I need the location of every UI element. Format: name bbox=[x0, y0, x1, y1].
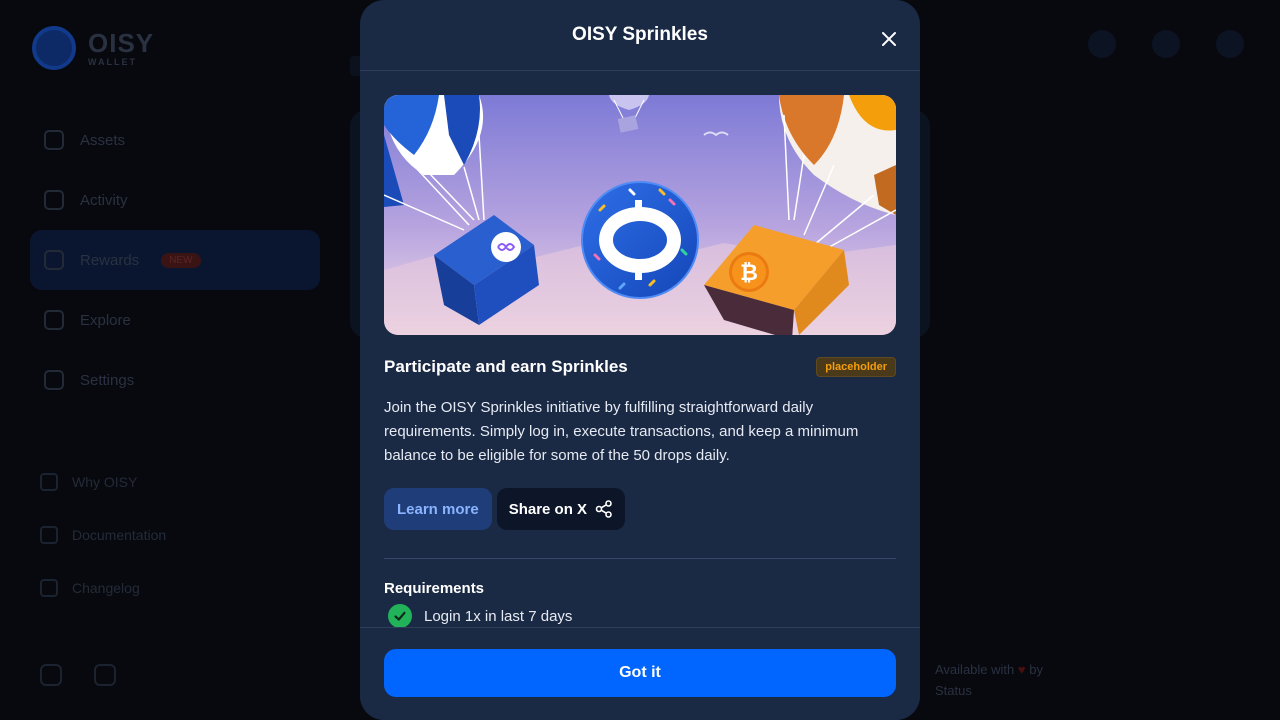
share-label: Share on X bbox=[508, 500, 588, 518]
share-icon bbox=[595, 500, 612, 518]
sidebar-item-label: Explore bbox=[80, 311, 131, 329]
social-links bbox=[40, 664, 116, 686]
link-changelog: Changelog bbox=[40, 561, 166, 614]
close-icon bbox=[882, 32, 896, 46]
description-text: Join the OISY Sprinkles initiative by fu… bbox=[384, 399, 859, 464]
bg-footer: Available with ♥ by Status bbox=[935, 660, 1043, 702]
learn-more-button[interactable]: Learn more bbox=[384, 488, 492, 530]
modal-title: OISY Sprinkles bbox=[572, 24, 708, 45]
link-why-oisy: Why OISY bbox=[40, 455, 166, 508]
new-badge: NEW bbox=[161, 252, 201, 268]
requirement-item: Login 1x in last 7 days bbox=[384, 604, 896, 628]
app-logo: OISY WALLET bbox=[32, 26, 154, 70]
footer-status: Status bbox=[935, 682, 972, 698]
got-it-button[interactable]: Got it bbox=[384, 649, 896, 697]
share-on-x-button[interactable]: Share on X bbox=[496, 488, 626, 530]
link-label: Documentation bbox=[72, 526, 167, 543]
doc-icon bbox=[40, 525, 58, 544]
top-icon-1 bbox=[1088, 30, 1116, 58]
footer-text: Available with bbox=[935, 662, 1015, 677]
action-buttons: Learn more Share on X bbox=[384, 488, 896, 530]
github-icon bbox=[94, 664, 116, 686]
logo-mark-icon bbox=[32, 26, 76, 70]
modal-body: ₿ Participate and earn Sprinkles placeho… bbox=[384, 95, 896, 628]
sidebar-links: Why OISY Documentation Changelog bbox=[40, 455, 166, 614]
sidebar-item-label: Activity bbox=[80, 191, 128, 209]
hero-illustration: ₿ bbox=[384, 95, 896, 335]
modal-footer: Got it bbox=[360, 627, 920, 720]
sidebar-item-activity: Activity bbox=[30, 170, 320, 230]
changelog-icon bbox=[40, 578, 58, 597]
top-icon-3 bbox=[1216, 30, 1244, 58]
top-icons bbox=[1088, 30, 1244, 58]
divider bbox=[384, 558, 896, 559]
svg-text:₿: ₿ bbox=[740, 261, 758, 286]
sprinkles-modal: OISY Sprinkles ₿ Participate and earn Sp… bbox=[360, 0, 920, 720]
info-icon bbox=[40, 472, 58, 491]
sidebar-item-label: Rewards bbox=[80, 251, 140, 269]
x-icon bbox=[40, 664, 62, 686]
heart-icon: ♥ bbox=[1017, 662, 1026, 677]
link-label: Why OISY bbox=[72, 473, 138, 490]
gear-icon bbox=[44, 370, 64, 390]
section-header: Participate and earn Sprinkles placehold… bbox=[384, 357, 896, 377]
placeholder-badge: placeholder bbox=[816, 357, 896, 377]
sidebar-nav: Assets Activity Rewards NEW Explore Sett… bbox=[30, 110, 320, 410]
activity-icon bbox=[44, 190, 64, 210]
requirements-title: Requirements bbox=[384, 580, 485, 597]
compass-icon bbox=[44, 310, 64, 330]
check-circle-icon bbox=[388, 604, 412, 628]
top-icon-2 bbox=[1152, 30, 1180, 58]
sidebar-item-settings: Settings bbox=[30, 350, 320, 410]
section-title: Participate and earn Sprinkles bbox=[384, 357, 628, 376]
sidebar-item-rewards: Rewards NEW bbox=[30, 230, 320, 290]
close-button[interactable] bbox=[874, 24, 904, 54]
sidebar-item-explore: Explore bbox=[30, 290, 320, 350]
sidebar-item-label: Assets bbox=[80, 131, 126, 149]
logo-text: OISY bbox=[88, 27, 155, 58]
footer-text: by bbox=[1029, 662, 1043, 677]
sidebar-item-assets: Assets bbox=[30, 110, 320, 170]
modal-header: OISY Sprinkles bbox=[360, 0, 920, 71]
link-documentation: Documentation bbox=[40, 508, 166, 561]
wallet-icon bbox=[44, 130, 64, 150]
link-label: Changelog bbox=[72, 579, 140, 596]
logo-subtext: WALLET bbox=[88, 56, 137, 67]
sidebar-item-label: Settings bbox=[80, 371, 135, 389]
gift-icon bbox=[44, 250, 64, 270]
airdrop-illustration: ₿ bbox=[384, 95, 896, 335]
requirement-label: Login 1x in last 7 days bbox=[424, 607, 573, 625]
